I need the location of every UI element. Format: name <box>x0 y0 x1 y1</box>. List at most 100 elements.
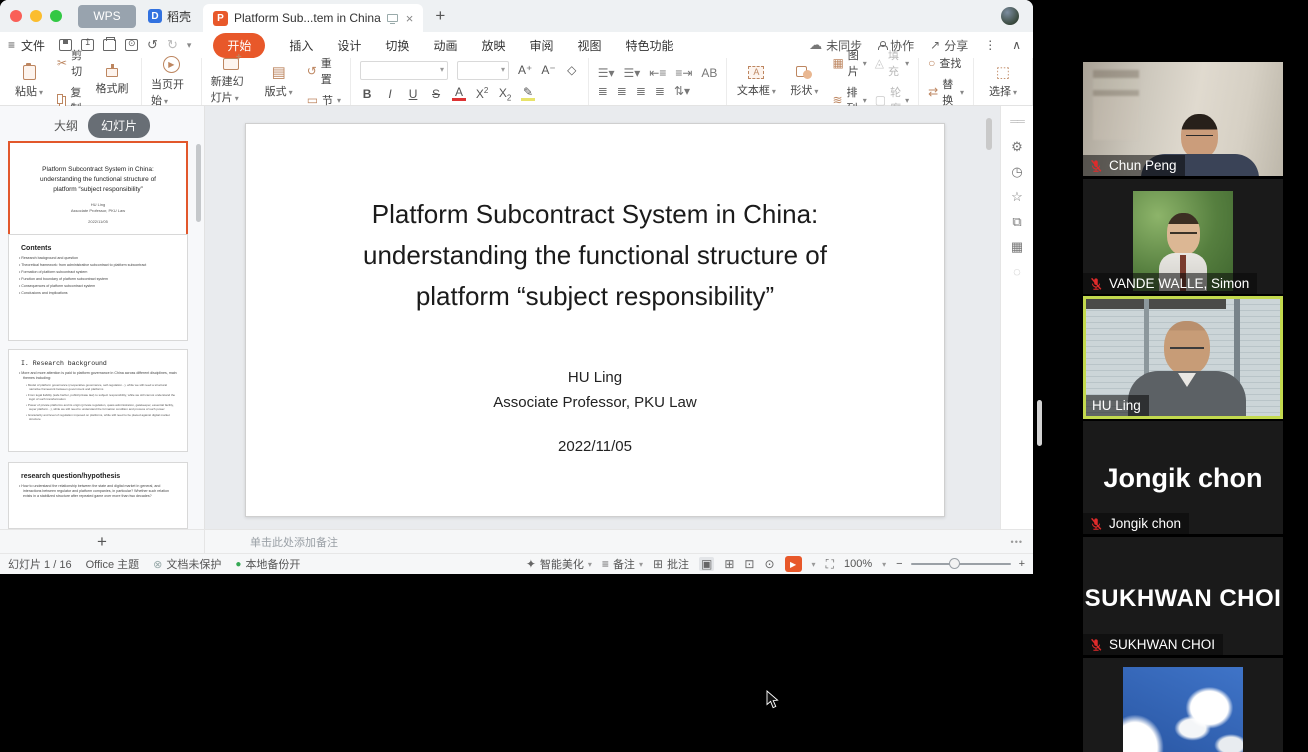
slides-tab[interactable]: 幻灯片 <box>88 113 150 138</box>
text-box-button[interactable]: A 文本框▾ <box>736 66 776 98</box>
cut-button[interactable]: ✂剪切 <box>57 47 84 79</box>
comment-button[interactable]: ⊞批注 <box>653 556 689 572</box>
shapes-button[interactable]: 形状▾ <box>784 66 824 98</box>
add-slide-button[interactable]: + <box>0 530 205 553</box>
font-size-select[interactable] <box>457 61 509 80</box>
fill-button[interactable]: ◬填充▾ <box>875 47 909 79</box>
align-right-icon[interactable]: ≣ <box>636 85 646 97</box>
font-family-select[interactable] <box>360 61 448 80</box>
zoom-out-button[interactable]: − <box>896 558 902 570</box>
zoom-in-button[interactable]: + <box>1019 558 1025 570</box>
sidebar-scrollbar[interactable] <box>196 144 201 222</box>
document-tab[interactable]: P Platform Sub...tem in China × <box>203 4 423 32</box>
new-slide-button[interactable]: 新建幻灯片▾ <box>211 58 251 105</box>
menu-tab-design[interactable]: 设计 <box>337 37 361 54</box>
print-preview-icon[interactable] <box>125 39 138 51</box>
more-options-icon[interactable]: ⋮ <box>984 38 996 52</box>
share-button[interactable]: ↗分享 <box>930 37 968 54</box>
line-spacing-icon[interactable]: ⇅▾ <box>674 85 690 97</box>
outline-tab[interactable]: 大纲 <box>54 117 78 134</box>
fullscreen-icon[interactable]: ⛶ <box>826 557 834 572</box>
collapse-ribbon-icon[interactable]: ∧ <box>1012 38 1021 52</box>
normal-view-button[interactable]: ▣ <box>699 557 714 571</box>
align-left-icon[interactable]: ≣ <box>598 85 608 97</box>
layout-button[interactable]: ▤ 版式▾ <box>259 65 299 99</box>
notes-more-icon[interactable]: ••• <box>1011 537 1023 547</box>
paste-button[interactable]: 粘贴▾ <box>9 65 49 99</box>
docer-tab[interactable]: D 稻壳 <box>136 0 203 32</box>
italic-button[interactable]: I <box>383 87 397 101</box>
bold-button[interactable]: B <box>360 87 374 101</box>
document-protection-status[interactable]: ⊗文档未保护 <box>153 556 221 572</box>
menu-tab-view[interactable]: 视图 <box>577 37 601 54</box>
char-spacing-button[interactable]: AB <box>701 67 717 79</box>
zoom-dropdown-icon[interactable]: ▾ <box>882 560 886 569</box>
history-clock-icon[interactable]: ◷ <box>1011 165 1022 178</box>
align-center-icon[interactable]: ≣ <box>617 85 627 97</box>
menu-tab-review[interactable]: 审阅 <box>529 37 553 54</box>
slide-thumbnail-1[interactable]: Platform Subcontract System in China: un… <box>8 141 188 246</box>
slideshow-play-button[interactable]: ▶ <box>785 556 802 572</box>
menu-tab-animation[interactable]: 动画 <box>433 37 457 54</box>
theme-name[interactable]: Office 主题 <box>86 556 140 572</box>
print-icon[interactable] <box>103 39 116 51</box>
participant-tile-vande-walle[interactable]: VANDE WALLE, Simon <box>1083 179 1283 294</box>
zoom-slider-track[interactable] <box>911 563 1011 565</box>
increase-font-button[interactable]: A⁺ <box>518 63 532 77</box>
underline-button[interactable]: U <box>406 87 420 101</box>
record-show-icon[interactable]: ⊙ <box>764 557 774 571</box>
video-panel-scrollbar[interactable] <box>1037 400 1042 446</box>
local-backup-status[interactable]: ●本地备份开 <box>235 556 300 572</box>
menu-file[interactable]: 文件 <box>21 37 45 54</box>
subscript-button[interactable]: X2 <box>498 86 512 102</box>
superscript-button[interactable]: X2 <box>475 86 489 101</box>
slide-sorter-view-button[interactable]: ⊞ <box>724 557 734 571</box>
format-painter-button[interactable]: 格式刷 <box>92 68 132 96</box>
clear-format-icon[interactable]: ◇ <box>565 63 579 77</box>
participant-tile-jongik-chon[interactable]: Jongik chon Jongik chon <box>1083 421 1283 534</box>
slide-thumbnail-3[interactable]: I. Research background More and more att… <box>8 349 188 452</box>
replace-button[interactable]: ⇄替换▾ <box>928 76 964 108</box>
slide-thumbnail-2[interactable]: Contents Research background and questio… <box>8 234 188 341</box>
picture-button[interactable]: ▦图片▾ <box>832 47 866 79</box>
participant-tile-hu-ling-active-speaker[interactable]: HU Ling <box>1083 296 1283 419</box>
reading-view-button[interactable]: ⊡ <box>744 557 754 571</box>
menu-tab-insert[interactable]: 插入 <box>289 37 313 54</box>
redo-icon[interactable]: ↻ <box>167 37 178 53</box>
highlight-button[interactable]: ✎ <box>521 86 535 101</box>
editor-scrollbar[interactable] <box>986 118 992 150</box>
decrease-font-button[interactable]: A⁻ <box>541 63 555 77</box>
menu-hamburger-icon[interactable]: ≡ <box>8 38 15 52</box>
beautify-star-icon[interactable]: ☆ <box>1011 190 1023 203</box>
undo-icon[interactable]: ↺ <box>147 37 158 53</box>
new-tab-button[interactable]: + <box>435 6 445 26</box>
participant-tile-clouds[interactable] <box>1083 658 1283 752</box>
reset-button[interactable]: ↺重置 <box>307 55 341 87</box>
font-color-button[interactable]: A <box>452 86 466 101</box>
strip-drag-handle[interactable]: ══ <box>1010 116 1024 128</box>
wps-home-tab[interactable]: WPS <box>78 5 136 28</box>
participant-tile-sukhwan-choi[interactable]: SUKHWAN CHOI SUKHWAN CHOI <box>1083 537 1283 655</box>
menu-tab-features[interactable]: 特色功能 <box>626 37 674 54</box>
slide-thumbnail-4[interactable]: research question/hypothesis How to unde… <box>8 462 188 529</box>
select-button[interactable]: ⬚ 选择▾ <box>983 65 1023 99</box>
play-options-dropdown-icon[interactable]: ▾ <box>812 560 816 569</box>
close-window-button[interactable] <box>10 10 22 22</box>
notes-toggle-button[interactable]: ≡备注▾ <box>602 556 643 572</box>
increase-indent-icon[interactable]: ≡⇥ <box>675 67 692 79</box>
panel-window-icon[interactable]: ⧉ <box>1012 215 1021 228</box>
zoom-level[interactable]: 100% <box>844 558 872 570</box>
participant-tile-chun-peng[interactable]: Chun Peng <box>1083 62 1283 176</box>
menu-tab-slideshow[interactable]: 放映 <box>481 37 505 54</box>
play-from-current-button[interactable]: ▶ 当页开始▾ <box>151 56 192 108</box>
decrease-indent-icon[interactable]: ⇤≡ <box>649 67 666 79</box>
properties-sliders-icon[interactable]: ⚙ <box>1011 140 1023 153</box>
zoom-slider-knob[interactable] <box>949 558 960 569</box>
slide-canvas[interactable]: Platform Subcontract System in China: un… <box>245 123 945 517</box>
maximize-window-button[interactable] <box>50 10 62 22</box>
bullet-list-icon[interactable]: ☰▾ <box>598 67 615 79</box>
user-avatar[interactable] <box>1001 7 1019 25</box>
justify-icon[interactable]: ≣ <box>655 85 665 97</box>
strikethrough-button[interactable]: S <box>429 87 443 101</box>
find-button[interactable]: ○查找 <box>928 55 964 71</box>
